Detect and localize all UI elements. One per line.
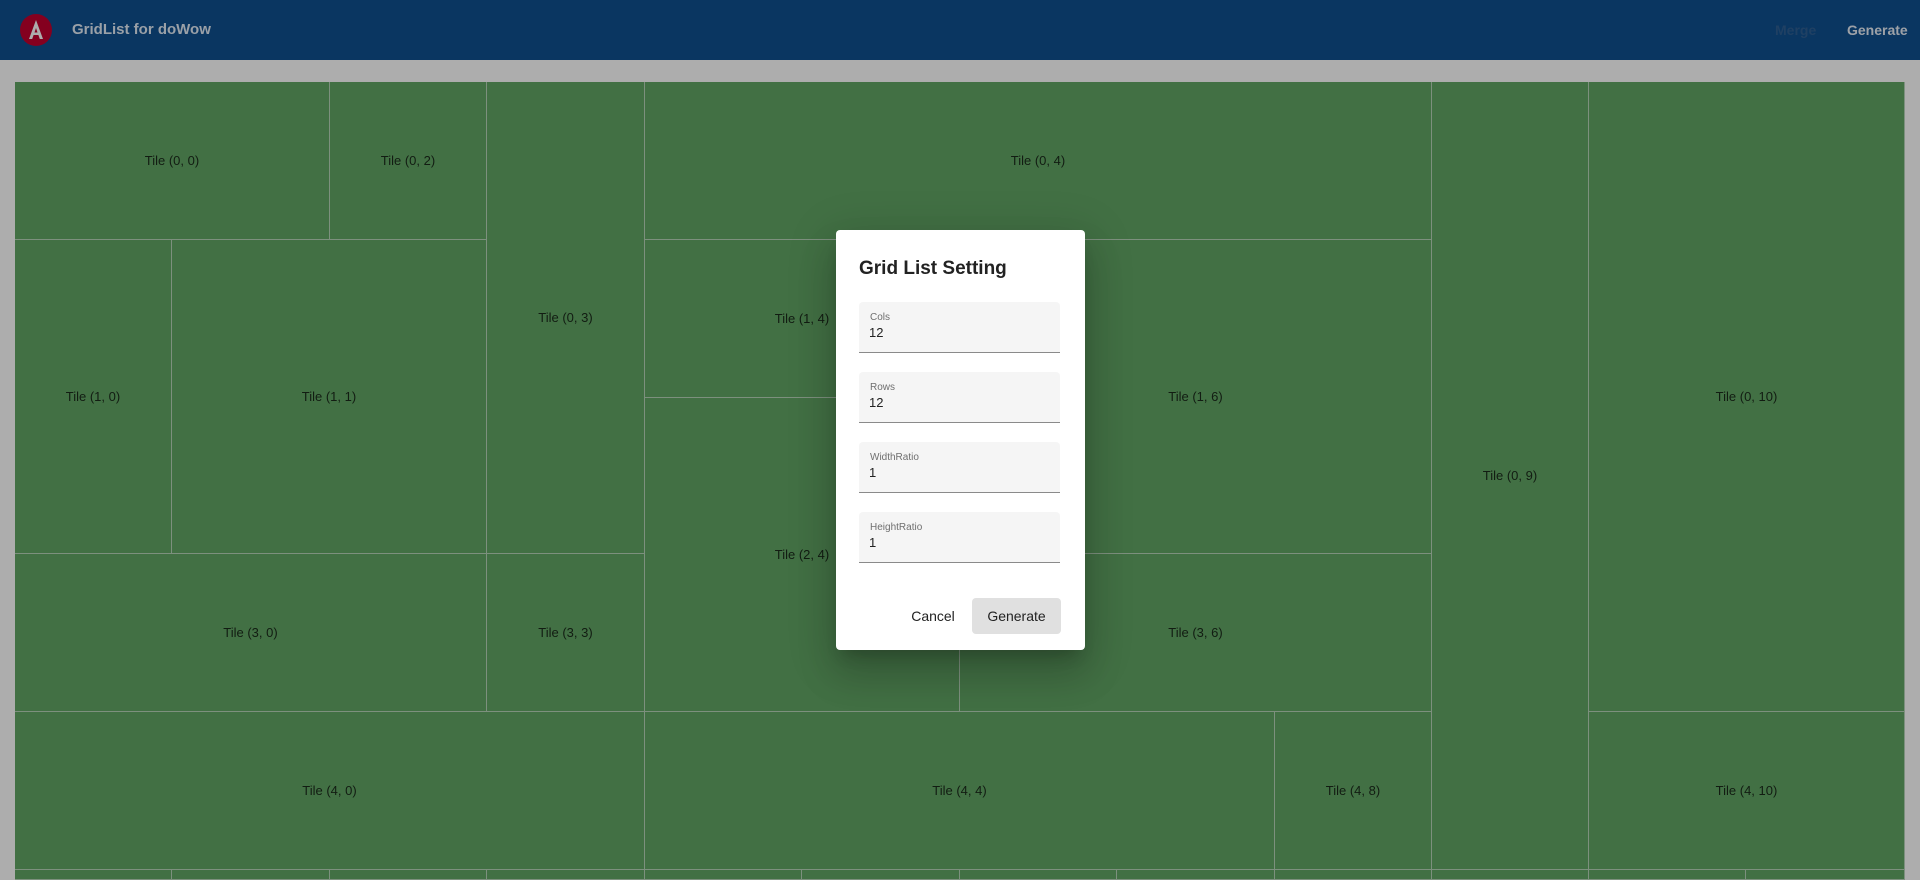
height-ratio-field[interactable]: HeightRatio [859,512,1060,563]
height-ratio-input[interactable] [869,535,1049,550]
rows-field[interactable]: Rows [859,372,1060,423]
cancel-button[interactable]: Cancel [896,598,970,634]
cols-label: Cols [870,312,891,323]
rows-label: Rows [870,382,896,393]
width-ratio-input[interactable] [869,465,1049,480]
dialog-title: Grid List Setting [859,258,1007,279]
cols-field[interactable]: Cols [859,302,1060,353]
cols-input[interactable] [869,325,1049,340]
generate-button[interactable]: Generate [972,598,1061,634]
width-ratio-field[interactable]: WidthRatio [859,442,1060,493]
grid-list-setting-dialog: Grid List Setting Cols Rows WidthRatio H… [836,230,1085,650]
width-ratio-label: WidthRatio [870,452,919,463]
height-ratio-label: HeightRatio [870,522,923,533]
rows-input[interactable] [869,395,1049,410]
